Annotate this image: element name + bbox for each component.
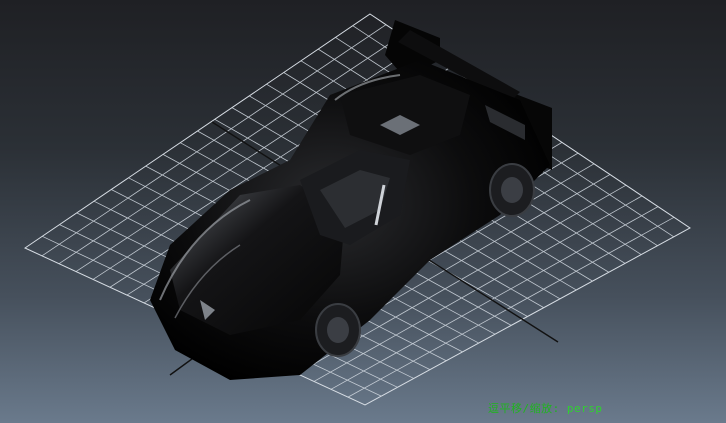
camera-name: persp xyxy=(566,402,603,415)
perspective-viewport[interactable]: 逗平移/缩放: persp xyxy=(0,0,726,423)
hud-label: 逗平移/缩放: xyxy=(488,402,560,415)
viewport-hud: 逗平移/缩放: persp xyxy=(488,400,603,416)
sports-car-model[interactable] xyxy=(143,20,556,395)
viewport-scene xyxy=(23,13,691,406)
